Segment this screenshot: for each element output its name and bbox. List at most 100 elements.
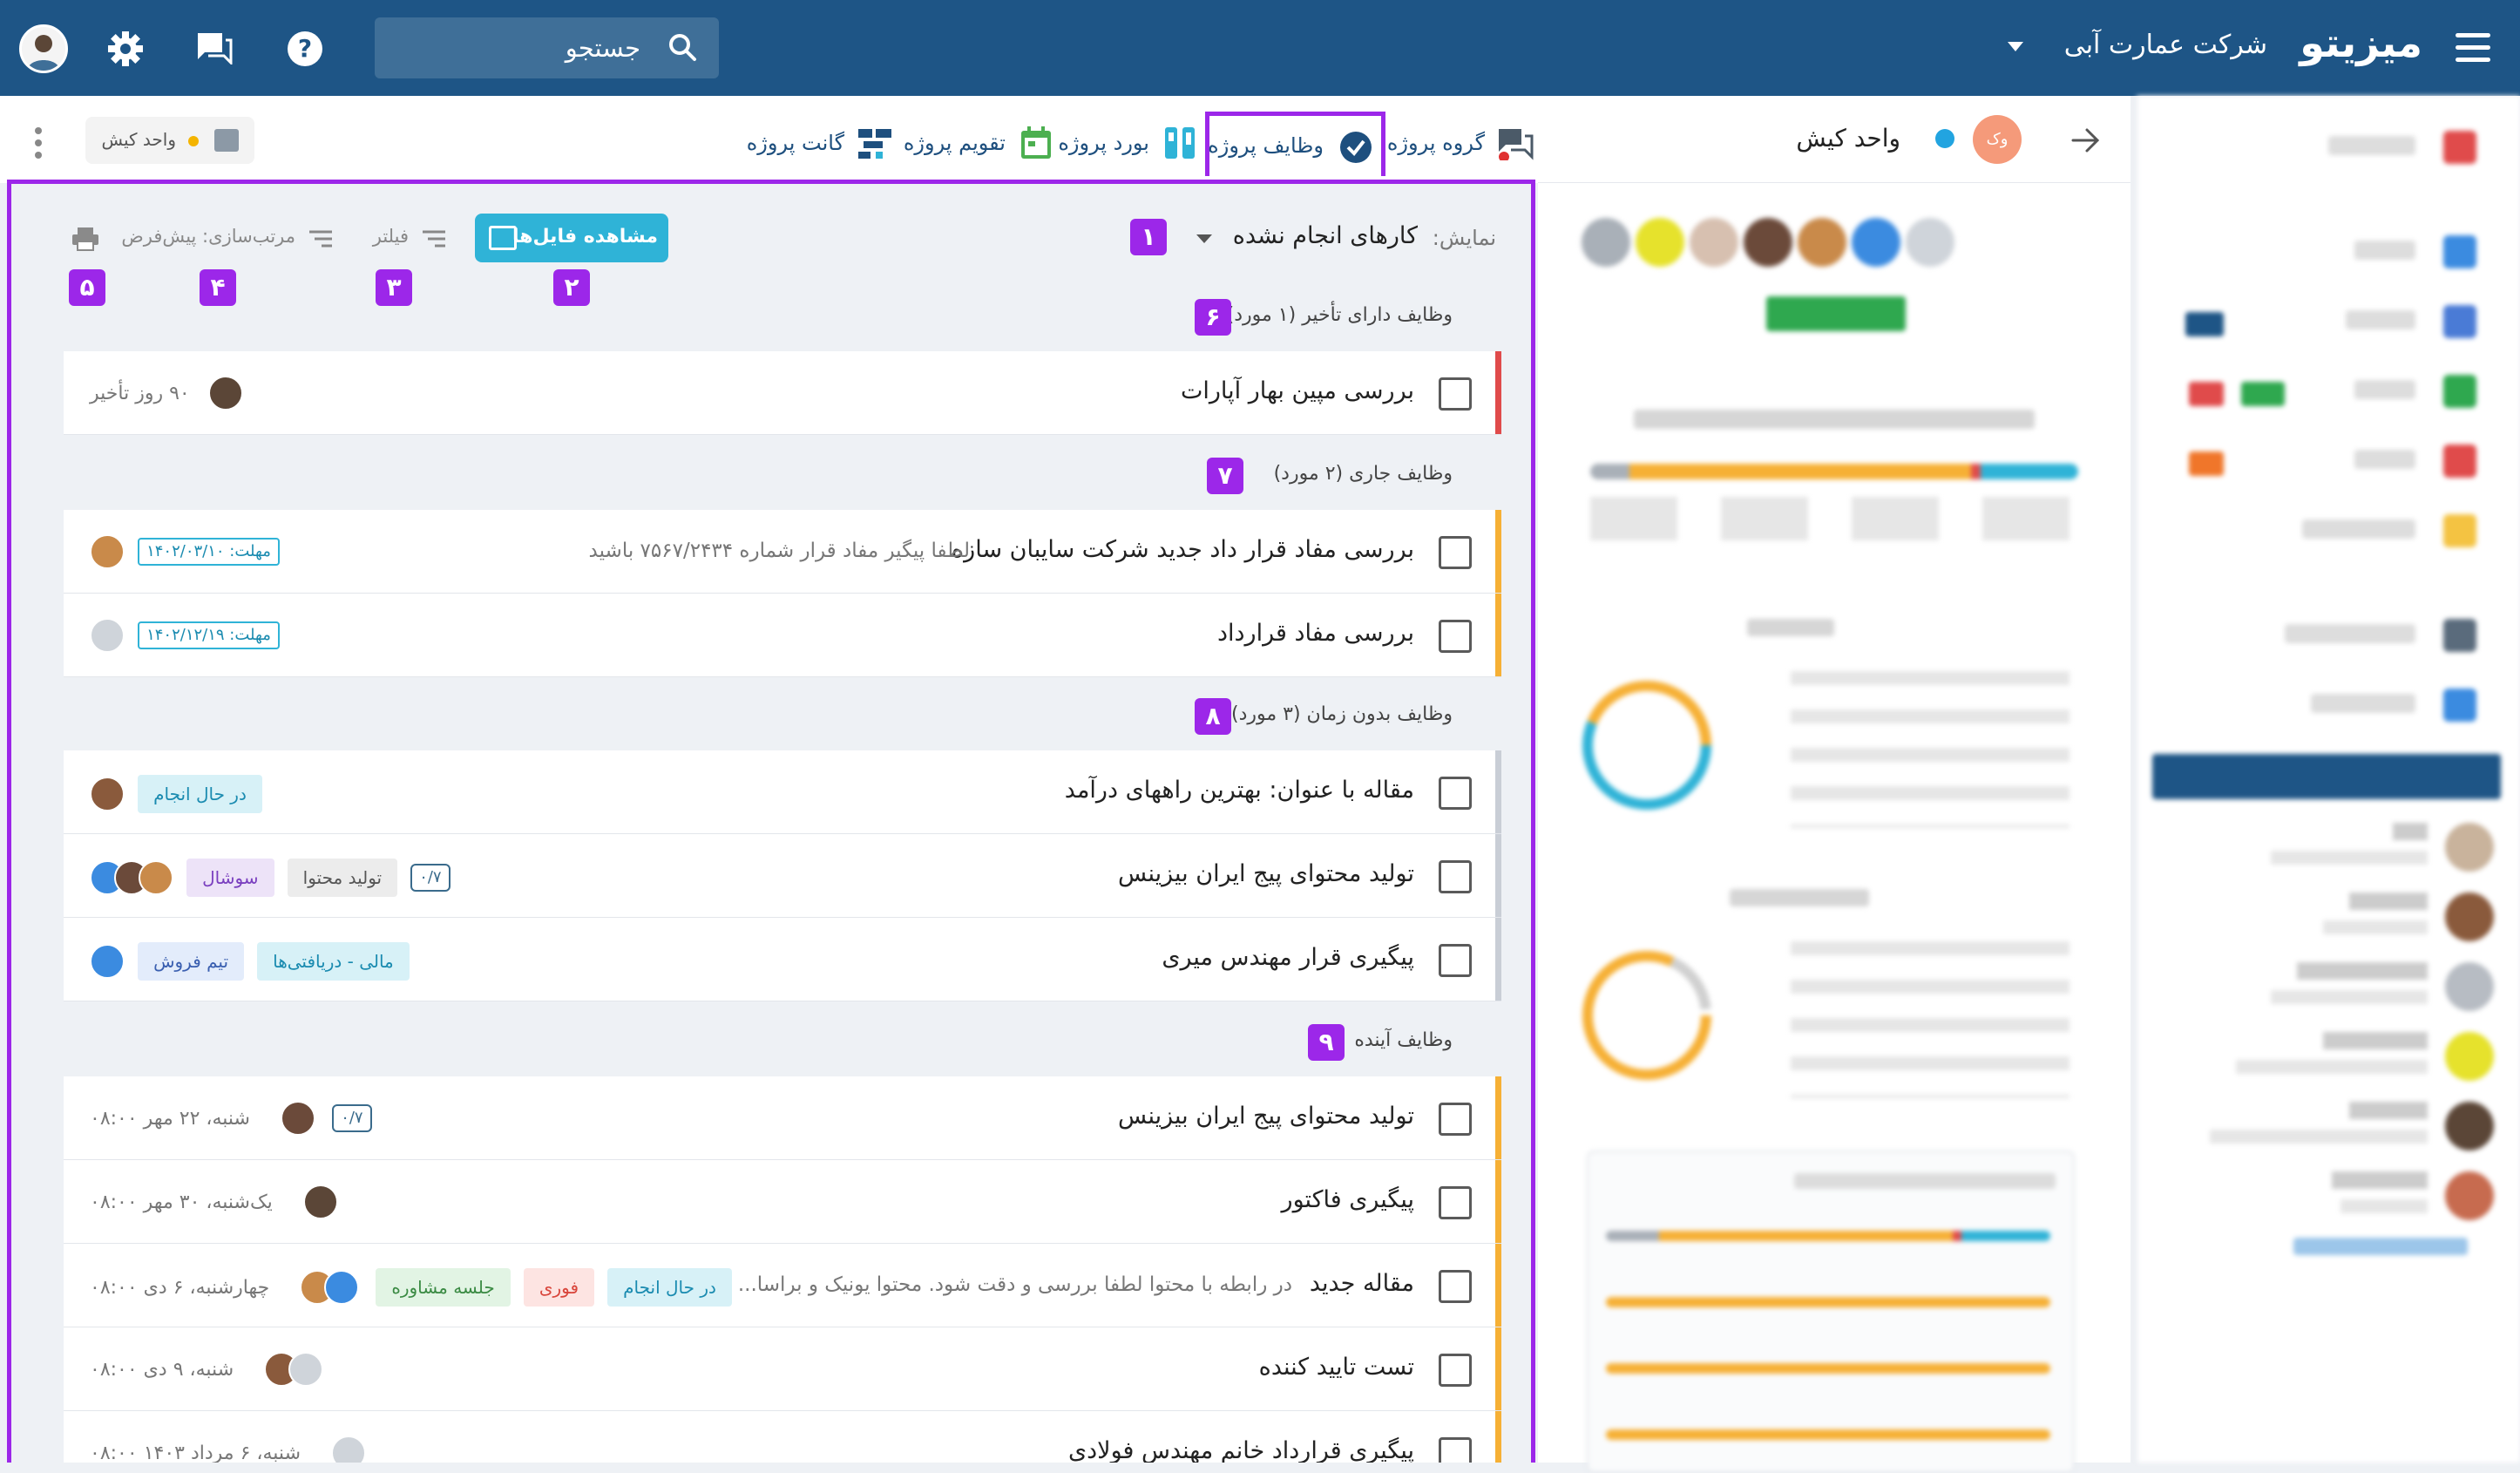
tab-project-group[interactable]: گروه پروژه <box>1385 112 1534 176</box>
online-meeting-button[interactable] <box>1766 296 1906 331</box>
task-meta: شنبه، ۶ مرداد ۱۴۰۳ ۰۸:۰۰ <box>90 1436 367 1463</box>
colleague-item[interactable] <box>2163 889 2494 950</box>
task-title: تولید محتوای پیج ایران بیزینس <box>1118 1103 1414 1130</box>
priority-edge <box>1495 1411 1501 1463</box>
avatar[interactable] <box>19 24 68 73</box>
sidebar-item-projects[interactable] <box>2171 305 2476 340</box>
task-card[interactable]: بررسی مفاد قرار داد جدید شرکت سایبان ساز… <box>64 510 1501 594</box>
colleague-item[interactable] <box>2163 819 2494 880</box>
print-icon[interactable] <box>71 226 100 252</box>
colleague-item[interactable] <box>2163 1168 2494 1229</box>
task-checkbox[interactable] <box>1439 377 1472 411</box>
label-tag: مالی - دریافتی‌ها <box>257 942 410 981</box>
more-options-icon[interactable] <box>35 127 44 159</box>
app-logo[interactable]: میزیتو <box>2300 19 2422 66</box>
callout-badge: ۲ <box>553 269 590 306</box>
task-card[interactable]: پیگیری فاکتور یک‌شنبه، ۳۰ مهر ۰۸:۰۰ <box>64 1160 1501 1244</box>
chevron-down-icon[interactable] <box>2008 42 2023 51</box>
sidebar-item-monitoring[interactable] <box>2171 689 2476 723</box>
priority-edge <box>1495 1160 1501 1243</box>
colleagues-header <box>2152 754 2501 799</box>
task-card[interactable]: تست تایید کننده شنبه، ۹ دی ۰۸:۰۰ <box>64 1327 1501 1411</box>
task-date: شنبه، ۲۲ مهر ۰۸:۰۰ <box>90 1107 250 1130</box>
view-label: نمایش: <box>1432 226 1496 250</box>
callout-badge: ۶ <box>1195 299 1231 336</box>
task-checkbox[interactable] <box>1439 1186 1472 1219</box>
task-card[interactable]: بررسی مپین بهار آپارات ۹۰ روز تأخیر <box>64 351 1501 435</box>
chat-icon[interactable] <box>196 31 233 64</box>
label-tag: جلسه مشاوره <box>376 1268 511 1307</box>
task-meta: یک‌شنبه، ۳۰ مهر ۰۸:۰۰ <box>90 1185 338 1219</box>
task-card[interactable]: پیگیری قرارداد خانم مهندس فولادی شنبه، ۶… <box>64 1411 1501 1463</box>
task-card[interactable]: پیگیری قرار مهندس میری تیم فروش مالی - د… <box>64 918 1501 1001</box>
task-card[interactable]: مقاله جدید در رابطه با محتوا لطفا بررسی … <box>64 1244 1501 1327</box>
sort-button[interactable]: مرتب‌سازی: پیش‌فرض <box>121 226 334 252</box>
tab-project-tasks[interactable]: وظایف پروژه <box>1205 112 1385 176</box>
sidebar-item-tasks[interactable] <box>2171 375 2476 410</box>
avatar[interactable] <box>139 860 173 895</box>
filter-button[interactable]: فیلتر <box>360 226 447 252</box>
menu-icon[interactable] <box>2456 33 2490 63</box>
avatar[interactable] <box>324 1270 360 1305</box>
tab-project-board[interactable]: بورد پروژه <box>1058 112 1198 176</box>
avatar[interactable] <box>302 1185 338 1219</box>
avatar[interactable] <box>281 1101 316 1136</box>
unit-icon <box>214 129 239 152</box>
avatar[interactable] <box>90 777 125 811</box>
task-meta: تیم فروش مالی - دریافتی‌ها <box>90 942 410 981</box>
task-checkbox[interactable] <box>1439 1270 1472 1303</box>
colleague-item[interactable] <box>2163 959 2494 1020</box>
note-icon <box>2443 514 2476 547</box>
view-filter-select[interactable]: کارهای انجام نشده <box>1233 222 1418 249</box>
colleague-item[interactable] <box>2163 1028 2494 1089</box>
tab-label: وظایف پروژه <box>1208 133 1324 158</box>
task-card[interactable]: مقاله با عنوان: بهترین راههای درآمد در ح… <box>64 750 1501 834</box>
avatar[interactable] <box>90 618 125 653</box>
task-list-panel: نمایش: کارهای انجام نشده ۱ مشاهده فایل‌ه… <box>7 180 1535 1463</box>
checklist-badge: ۰/۷ <box>410 864 450 892</box>
view-files-button[interactable]: مشاهده فایل‌ها <box>475 214 668 262</box>
avatar[interactable] <box>90 534 125 569</box>
task-checkbox[interactable] <box>1439 1354 1472 1387</box>
sidebar-item-dashboard[interactable] <box>2171 131 2476 166</box>
avatar[interactable] <box>331 1436 367 1463</box>
home-icon <box>2443 131 2476 164</box>
colleague-item[interactable] <box>2163 1098 2494 1159</box>
task-date: یک‌شنبه، ۳۰ مهر ۰۸:۰۰ <box>90 1191 273 1213</box>
folder-icon <box>489 226 517 250</box>
task-checkbox[interactable] <box>1439 620 1472 653</box>
sidebar-item-letters[interactable] <box>2171 445 2476 479</box>
invite-link[interactable] <box>2293 1238 2468 1255</box>
checklist-badge: ۰/۷ <box>332 1104 372 1132</box>
sidebar-item-chat[interactable] <box>2171 235 2476 270</box>
tab-project-gantt[interactable]: گانت پروژه <box>745 112 893 176</box>
tab-project-calendar[interactable]: تقویم پروژه <box>904 112 1054 176</box>
arrow-right-icon[interactable] <box>2071 127 2101 153</box>
task-checkbox[interactable] <box>1439 1437 1472 1463</box>
gear-icon[interactable] <box>106 30 145 68</box>
avatar[interactable] <box>288 1352 324 1387</box>
task-checkbox[interactable] <box>1439 1103 1472 1136</box>
avatar[interactable] <box>90 944 125 979</box>
company-selector[interactable]: شرکت عمارت آبی <box>2064 30 2267 60</box>
chevron-down-icon[interactable] <box>1196 234 1212 243</box>
label-tag: تیم فروش <box>138 942 245 981</box>
task-card[interactable]: تولید محتوای پیج ایران بیزینس سوشال تولی… <box>64 834 1501 918</box>
task-checkbox[interactable] <box>1439 536 1472 569</box>
contact-icon <box>2443 619 2476 652</box>
tab-label: بورد پروژه <box>1058 131 1149 155</box>
unit-chip[interactable]: واحد کیش <box>85 117 254 164</box>
sidebar-item-notes[interactable] <box>2171 514 2476 549</box>
task-checkbox[interactable] <box>1439 777 1472 810</box>
help-icon[interactable]: ? <box>288 31 322 66</box>
task-card[interactable]: تولید محتوای پیج ایران بیزینس شنبه، ۲۲ م… <box>64 1076 1501 1160</box>
avatar[interactable] <box>207 376 243 411</box>
sidebar-item-customers[interactable] <box>2171 619 2476 654</box>
task-checkbox[interactable] <box>1439 944 1472 977</box>
search-input[interactable]: جستجو <box>375 17 719 78</box>
task-card[interactable]: بررسی مفاد قرارداد مهلت: ۱۴۰۲/۱۲/۱۹ <box>64 594 1501 677</box>
task-checkbox[interactable] <box>1439 860 1472 893</box>
label-tag: سوشال <box>186 859 274 897</box>
task-meta: چهارشنبه، ۶ دی ۰۸:۰۰ جلسه مشاوره فوری در… <box>90 1268 732 1307</box>
calendar-icon <box>1021 126 1051 159</box>
